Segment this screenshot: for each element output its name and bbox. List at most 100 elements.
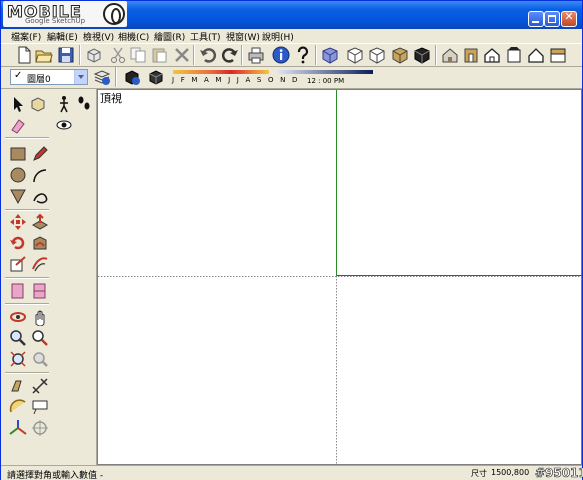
new-file-icon[interactable] [15, 46, 33, 64]
orbit-icon[interactable] [9, 308, 27, 326]
section-plane-icon[interactable] [9, 282, 27, 300]
menu-file[interactable]: 檔案(F) [11, 30, 41, 43]
layer-value: 圖層0 [27, 75, 51, 85]
time-label: 12 : 00 PM [307, 77, 345, 85]
measurements-label: 尺寸 [471, 469, 487, 478]
iso-view-icon[interactable] [321, 46, 339, 64]
polygon-icon[interactable] [9, 187, 27, 205]
copy-icon[interactable] [129, 46, 147, 64]
offset-icon[interactable] [31, 255, 49, 273]
house-mono-icon[interactable] [549, 46, 567, 64]
toolbar-separator [315, 45, 317, 65]
watermark: #95011 [535, 466, 583, 480]
drawing-viewport[interactable]: 頂視 [97, 89, 582, 465]
time-slider[interactable] [277, 70, 373, 74]
zoom-window-icon[interactable] [31, 329, 49, 347]
toolbar-separator [241, 45, 243, 65]
toolbar-separator [435, 45, 437, 65]
pan-hand-icon[interactable] [31, 308, 49, 326]
menu-camera[interactable]: 相機(C) [118, 30, 149, 43]
palette-separator [5, 209, 49, 211]
close-button[interactable]: ✕ [561, 10, 577, 27]
house-xray-icon[interactable] [441, 46, 459, 64]
menu-view[interactable]: 檢視(V) [83, 30, 114, 43]
position-camera-icon[interactable] [31, 419, 49, 437]
undo-icon[interactable] [199, 46, 217, 64]
status-hint: 請選擇對角或輸入數值 - [7, 471, 104, 480]
viewport-split-horizontal [98, 276, 581, 277]
logo-circle-icon [103, 3, 125, 25]
month-slider[interactable] [173, 70, 269, 74]
tool-palette [1, 89, 97, 465]
menu-help[interactable]: 說明(H) [262, 30, 294, 43]
house-wire-icon[interactable] [462, 46, 480, 64]
palette-separator [5, 372, 49, 374]
toolbar-separator [115, 67, 117, 87]
chevron-down-icon[interactable] [74, 70, 87, 84]
top-view-icon[interactable] [346, 46, 364, 64]
look-around-icon[interactable] [55, 116, 73, 134]
model-info-icon[interactable] [272, 46, 290, 64]
move-icon[interactable] [9, 213, 27, 231]
print-icon[interactable] [247, 46, 265, 64]
follow-me-icon[interactable] [31, 234, 49, 252]
make-component-tool-icon[interactable] [29, 95, 47, 113]
section-cut-icon[interactable] [31, 282, 49, 300]
view-name-label: 頂視 [100, 92, 122, 105]
zoom-icon[interactable] [9, 329, 27, 347]
back-view-icon[interactable] [413, 46, 431, 64]
zoom-extents-icon[interactable] [9, 350, 27, 368]
make-component-icon[interactable] [85, 46, 103, 64]
paint-bucket-icon[interactable] [9, 116, 27, 134]
dimension-icon[interactable] [31, 377, 49, 395]
help-icon[interactable] [294, 46, 312, 64]
menu-window[interactable]: 視窗(W) [226, 30, 260, 43]
logo-subtext: Google SketchUp [25, 17, 86, 25]
axes-icon[interactable] [9, 419, 27, 437]
select-arrow-icon[interactable] [9, 95, 27, 113]
save-icon[interactable] [57, 46, 75, 64]
house-textured-icon[interactable] [527, 46, 545, 64]
pencil-icon[interactable] [31, 145, 49, 163]
menu-bar: 檔案(F) 編輯(E) 檢視(V) 相機(C) 繪圖(R) 工具(T) 視窗(W… [1, 29, 582, 43]
layer-check-icon: ✓ [14, 70, 23, 81]
open-file-icon[interactable] [35, 46, 53, 64]
palette-separator [5, 303, 49, 305]
scale-icon[interactable] [9, 255, 27, 273]
measurements-value[interactable]: 1500,800 [491, 468, 529, 477]
house-hidden-icon[interactable] [483, 46, 501, 64]
red-axis [337, 275, 582, 276]
circle-icon[interactable] [9, 166, 27, 184]
arc-icon[interactable] [31, 166, 49, 184]
shadow-settings-icon[interactable] [123, 68, 141, 86]
redo-icon[interactable] [221, 46, 239, 64]
text-tool-icon[interactable] [31, 398, 49, 416]
app-window: MOBILE Google SketchUp ✕ 檔案(F) 編輯(E) 檢視(… [0, 0, 583, 480]
walk-icon[interactable] [55, 95, 73, 113]
erase-icon[interactable] [173, 46, 191, 64]
protractor-icon[interactable] [9, 398, 27, 416]
house-shaded-icon[interactable] [505, 46, 523, 64]
rectangle-icon[interactable] [9, 145, 27, 163]
menu-edit[interactable]: 編輯(E) [47, 30, 78, 43]
tape-measure-icon[interactable] [9, 377, 27, 395]
green-axis [336, 90, 337, 276]
footprints-icon[interactable] [75, 95, 93, 113]
menu-tools[interactable]: 工具(T) [190, 30, 221, 43]
rotate-icon[interactable] [9, 234, 27, 252]
minimize-button[interactable] [528, 11, 544, 27]
title-bar[interactable]: MOBILE Google SketchUp ✕ [1, 1, 582, 29]
menu-draw[interactable]: 繪圖(R) [154, 30, 185, 43]
front-view-icon[interactable] [368, 46, 386, 64]
layer-manager-icon[interactable] [93, 68, 111, 86]
cut-icon[interactable] [109, 46, 127, 64]
push-pull-icon[interactable] [31, 213, 49, 231]
shadow-toggle-icon[interactable] [147, 68, 165, 86]
right-view-icon[interactable] [391, 46, 409, 64]
maximize-button[interactable] [544, 11, 560, 27]
layer-dropdown[interactable]: ✓ 圖層0 [10, 69, 88, 85]
standard-toolbar [1, 43, 582, 67]
paste-icon[interactable] [150, 46, 168, 64]
previous-view-icon[interactable] [31, 350, 49, 368]
freehand-icon[interactable] [31, 187, 49, 205]
